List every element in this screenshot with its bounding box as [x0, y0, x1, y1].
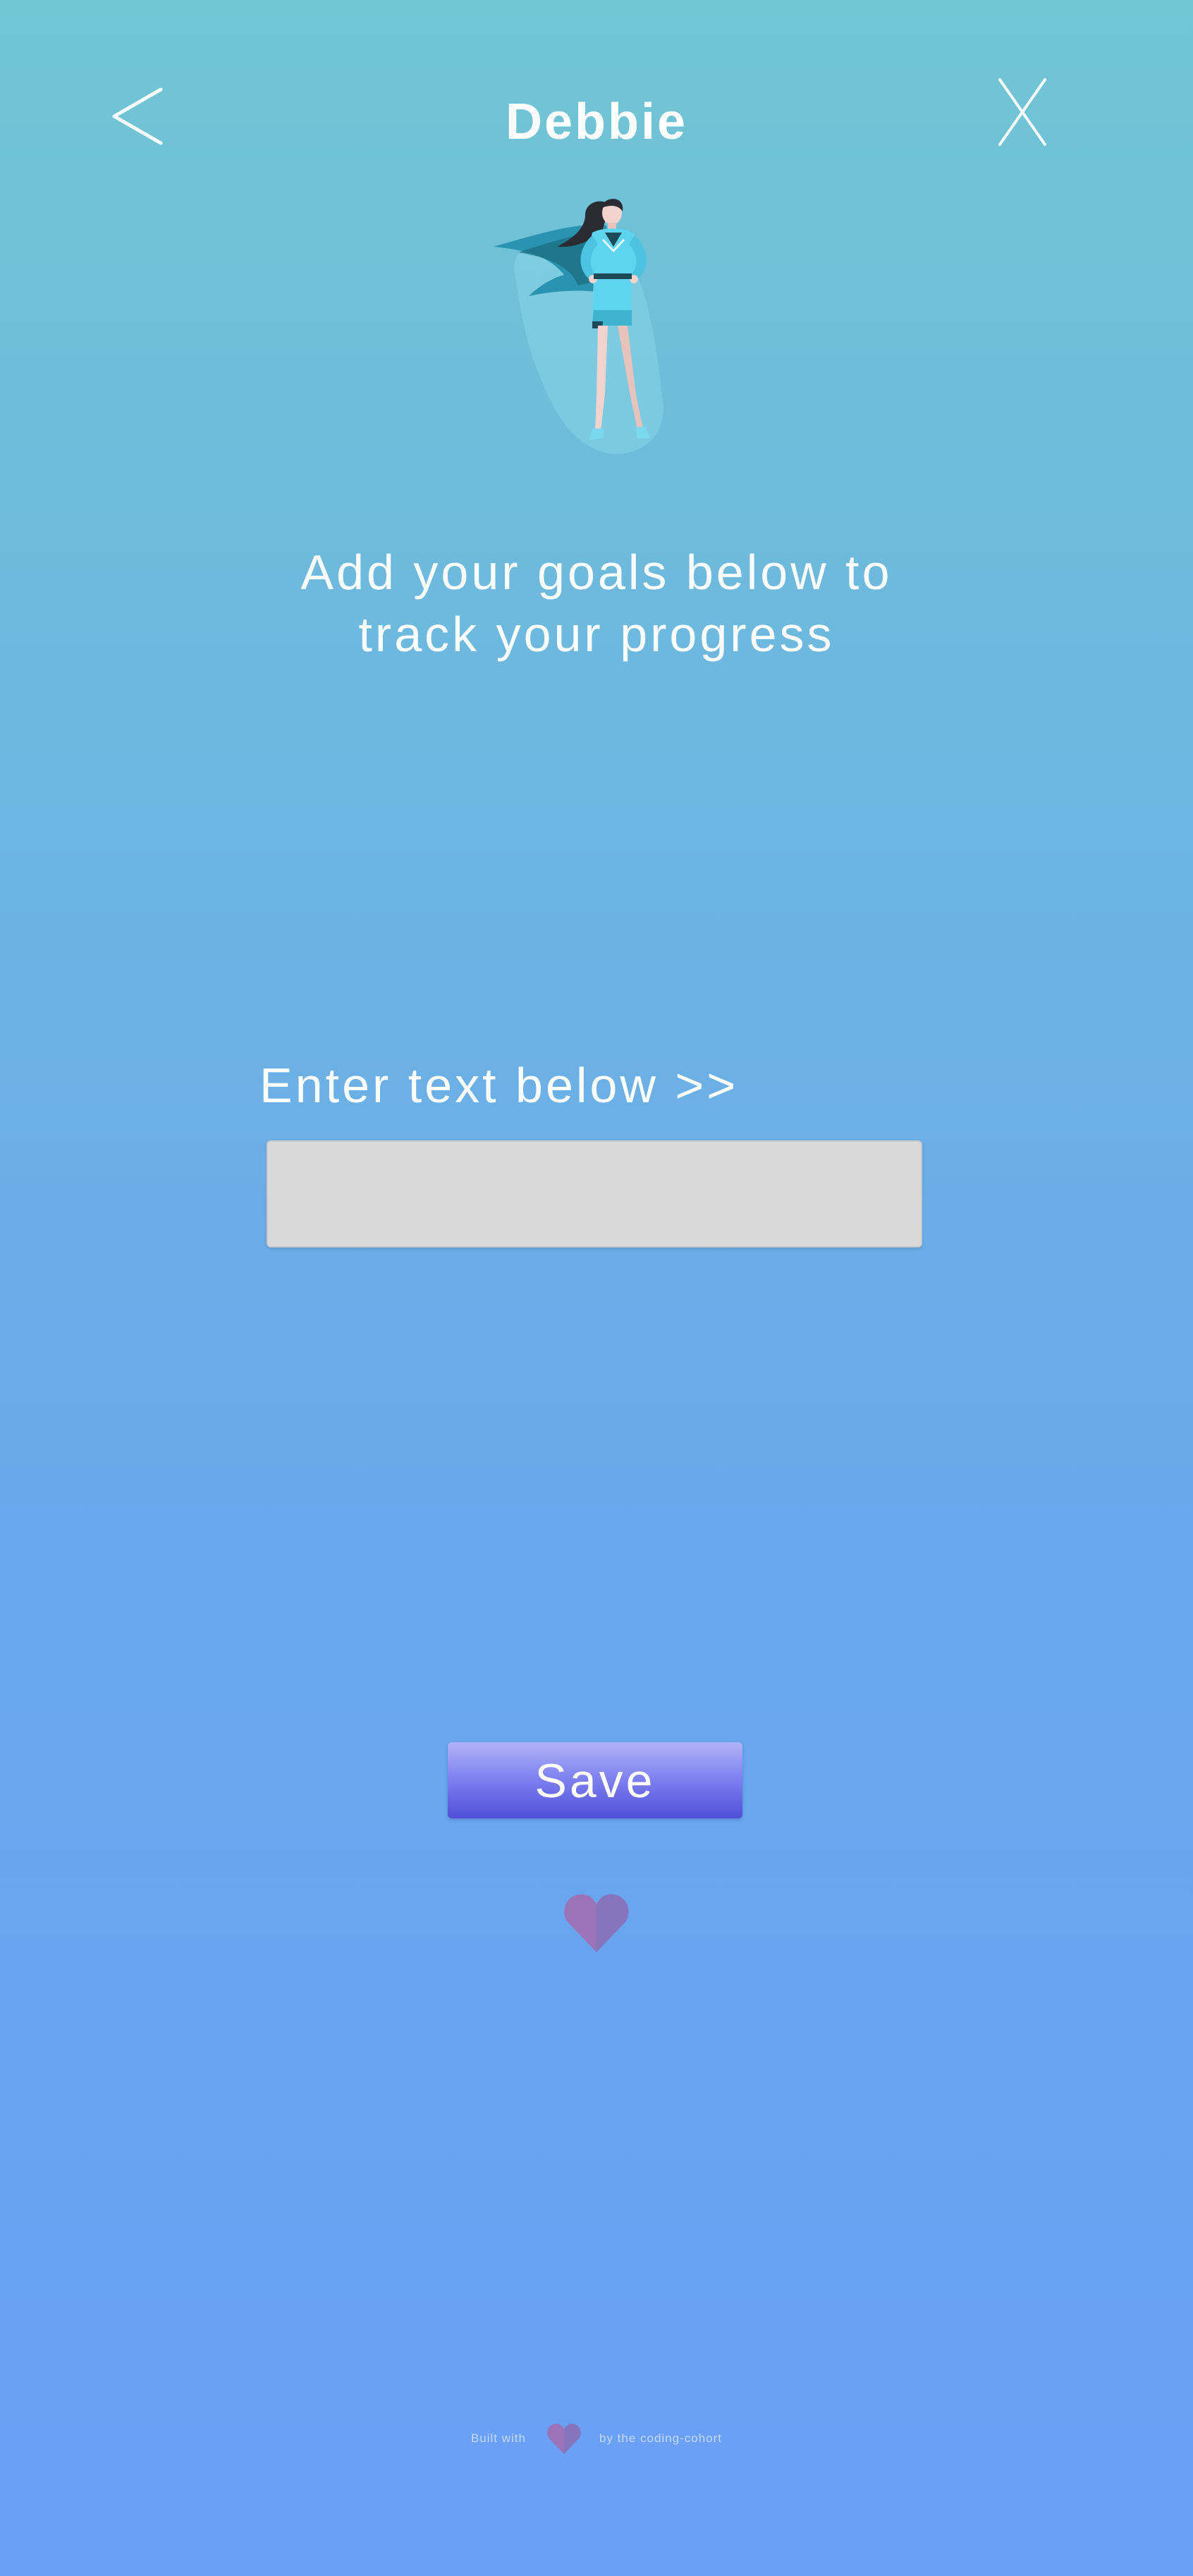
superhero-woman-illustration — [487, 190, 712, 472]
heart-icon — [547, 2423, 581, 2454]
close-x-icon — [998, 78, 1046, 146]
save-button[interactable]: Save — [448, 1742, 742, 1818]
footer-credit: Built with by the coding-cohort — [0, 2417, 1193, 2460]
heart-icon — [564, 1894, 629, 1952]
goal-text-input[interactable] — [267, 1140, 922, 1247]
instructions-text: Add your goals below to track your progr… — [0, 541, 1193, 665]
goal-input-label: Enter text below >> — [259, 1058, 739, 1113]
close-button[interactable] — [987, 74, 1058, 152]
footer-built-with: Built with — [470, 2432, 526, 2445]
instructions-line-2: track your progress — [358, 607, 835, 662]
instructions-line-1: Add your goals below to — [300, 545, 893, 600]
footer-by-text: by the coding-cohort — [599, 2432, 723, 2445]
